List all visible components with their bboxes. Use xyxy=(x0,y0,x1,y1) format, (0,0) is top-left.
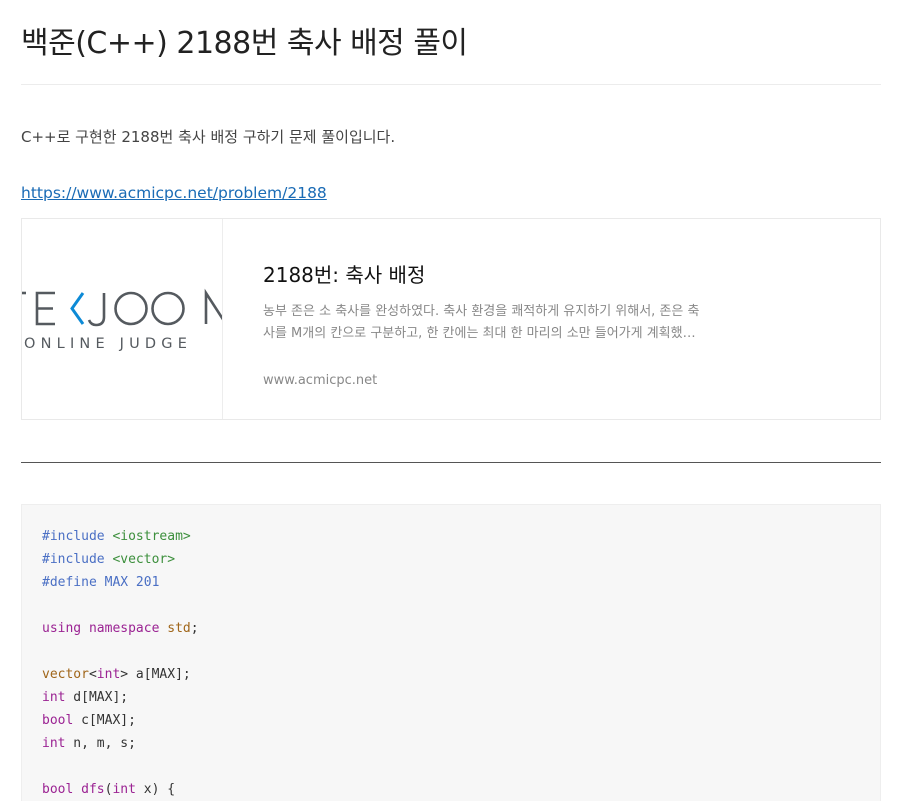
code-token: d[MAX]; xyxy=(65,690,129,705)
code-line: vector<int> a[MAX]; xyxy=(42,663,199,686)
code-token: c[MAX]; xyxy=(73,713,136,728)
code-token: #include xyxy=(42,552,113,567)
code-token: int xyxy=(42,736,66,751)
logo-subtitle: ONLINE JUDGE xyxy=(24,336,192,352)
code-token: bool xyxy=(42,782,74,797)
problem-link[interactable]: https://www.acmicpc.net/problem/2188 xyxy=(21,184,327,202)
code-token: x) { xyxy=(135,782,176,797)
link-preview-card[interactable]: ONLINE JUDGE 2188번: 축사 배정 농부 존은 소 축사를 완성… xyxy=(21,218,881,420)
blog-post-page: 백준(C++) 2188번 축사 배정 풀이 C++로 구현한 2188번 축사… xyxy=(0,0,906,801)
post-title: 백준(C++) 2188번 축사 배정 풀이 xyxy=(21,26,468,61)
code-token: #define MAX 201 xyxy=(42,575,160,590)
code-token: vector xyxy=(42,667,89,682)
code-token: < xyxy=(88,667,97,682)
card-description-line: 농부 존은 소 축사를 완성하였다. 축사 환경을 쾌적하게 유지하기 위해서,… xyxy=(263,304,700,319)
code-token: using xyxy=(42,621,82,636)
baekjoon-logo-icon: ONLINE JUDGE xyxy=(22,288,222,352)
card-title: 2188번: 축사 배정 xyxy=(263,263,426,287)
card-description-line: 사를 M개의 칸으로 구분하고, 한 칸에는 최대 한 마리의 소만 들어가게 … xyxy=(263,326,696,341)
code-token: <vector> xyxy=(112,552,176,567)
code-line: bool dfs(int x) { xyxy=(42,778,199,801)
code-token: namespace xyxy=(88,621,160,636)
code-line: bool c[MAX]; xyxy=(42,709,199,732)
code-content: #include <iostream> #include <vector> #def… xyxy=(42,525,199,801)
code-token: > a[MAX]; xyxy=(120,667,191,682)
code-token: ; xyxy=(190,621,199,636)
code-line: #include <vector> xyxy=(42,548,199,571)
section-divider xyxy=(21,462,881,463)
code-token: std xyxy=(167,621,191,636)
card-description: 농부 존은 소 축사를 완성하였다. 축사 환경을 쾌적하게 유지하기 위해서,… xyxy=(263,301,733,345)
title-divider xyxy=(21,84,881,85)
code-token: int xyxy=(42,690,66,705)
code-token: n, m, s; xyxy=(65,736,136,751)
code-block: #include <iostream> #include <vector> #def… xyxy=(21,504,881,801)
code-line: #define MAX 201 xyxy=(42,571,199,594)
code-token: #include xyxy=(42,529,113,544)
code-line: using namespace std; xyxy=(42,617,199,640)
code-token: dfs xyxy=(81,782,105,797)
baekjoon-logo-thumbnail: ONLINE JUDGE xyxy=(22,219,223,419)
code-token: bool xyxy=(42,713,74,728)
code-line: int n, m, s; xyxy=(42,732,199,755)
code-token: <iostream> xyxy=(112,529,191,544)
card-host: www.acmicpc.net xyxy=(263,373,378,388)
code-line: #include <iostream> xyxy=(42,525,199,548)
code-token: int xyxy=(112,782,136,797)
code-line: int d[MAX]; xyxy=(42,686,199,709)
code-token: int xyxy=(96,667,121,682)
post-intro: C++로 구현한 2188번 축사 배정 구하기 문제 풀이입니다. xyxy=(21,128,396,146)
